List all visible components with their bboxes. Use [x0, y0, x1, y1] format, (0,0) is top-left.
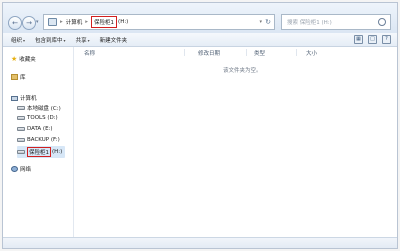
sidebar-item-drive-f[interactable]: BACKUP (F:) [17, 137, 60, 143]
details-pane [3, 237, 397, 248]
chevron-down-icon: ▾ [23, 37, 26, 43]
network-icon [11, 166, 18, 172]
column-header-date[interactable]: 修改日期 [198, 49, 220, 57]
star-icon: ★ [11, 55, 18, 63]
share-button[interactable]: 共享▾ [76, 36, 90, 44]
navigation-pane: ★ 收藏夹 库 计算机 本地磁盘 (C:) TOOLS (D:) DATA (E… [3, 47, 73, 248]
chevron-down-icon: ▾ [63, 37, 66, 43]
search-icon[interactable] [378, 18, 386, 26]
sidebar-item-libraries[interactable]: 库 [11, 73, 26, 81]
command-toolbar: 组织▾ 包含到库中▾ 共享▾ 新建文件夹 ▦ □ ? [3, 33, 397, 47]
column-headers: 名称 修改日期 类型 大小 [74, 47, 398, 57]
sidebar-item-drive-c[interactable]: 本地磁盘 (C:) [17, 104, 61, 112]
drive-icon [17, 116, 25, 120]
drive-icon [17, 127, 25, 131]
sidebar-item-drive-e[interactable]: DATA (E:) [17, 126, 53, 132]
breadcrumb-current-drive[interactable]: 保险柜1 [91, 16, 118, 28]
library-icon [11, 74, 18, 80]
sidebar-item-computer[interactable]: 计算机 [11, 94, 37, 102]
column-divider[interactable] [184, 49, 185, 56]
explorer-window: ← → ▾ ▸ 计算机 ▸ 保险柜1 (H:) ▾ ↻ 搜索 保险柜1 (H:)… [2, 2, 398, 249]
drive-icon [17, 150, 25, 154]
address-row: ← → ▾ ▸ 计算机 ▸ 保险柜1 (H:) ▾ ↻ 搜索 保险柜1 (H:) [3, 3, 397, 33]
breadcrumb-computer[interactable]: 计算机 [66, 18, 83, 26]
computer-icon [11, 95, 18, 101]
computer-icon [48, 18, 57, 26]
breadcrumb-drive-letter: (H:) [118, 19, 129, 25]
help-icon[interactable]: ? [382, 35, 391, 44]
new-folder-button[interactable]: 新建文件夹 [100, 36, 128, 44]
back-button[interactable]: ← [8, 16, 22, 30]
address-bar[interactable]: ▸ 计算机 ▸ 保险柜1 (H:) ▾ ↻ [43, 14, 275, 30]
refresh-icon[interactable]: ↻ [265, 18, 271, 26]
preview-pane-icon[interactable]: □ [368, 35, 377, 44]
column-header-size[interactable]: 大小 [306, 49, 317, 57]
empty-folder-message: 该文件夹为空。 [223, 68, 262, 74]
include-in-library-button[interactable]: 包含到库中▾ [35, 36, 66, 44]
view-options-icon[interactable]: ▦ [354, 35, 363, 44]
sidebar-item-drive-h[interactable]: 保险柜1 (H:) [17, 146, 66, 158]
column-header-name[interactable]: 名称 [84, 49, 95, 57]
selected-drive-label: 保险柜1 [27, 147, 51, 157]
sidebar-item-network[interactable]: 网络 [11, 165, 31, 173]
breadcrumb-separator-icon[interactable]: ▸ [60, 19, 63, 25]
sidebar-item-favorites[interactable]: ★ 收藏夹 [11, 55, 36, 63]
forward-button[interactable]: → [22, 16, 36, 30]
history-dropdown-icon[interactable]: ▾ [36, 19, 39, 25]
breadcrumb-separator-icon[interactable]: ▸ [85, 19, 88, 25]
search-placeholder: 搜索 保险柜1 (H:) [287, 20, 332, 26]
drive-icon [17, 106, 25, 110]
drive-icon [17, 138, 25, 142]
column-header-type[interactable]: 类型 [254, 49, 265, 57]
column-divider[interactable] [296, 49, 297, 56]
search-input[interactable]: 搜索 保险柜1 (H:) [281, 14, 391, 30]
pane-splitter[interactable] [73, 47, 74, 248]
organize-button[interactable]: 组织▾ [11, 36, 25, 44]
column-divider[interactable] [246, 49, 247, 56]
chevron-down-icon: ▾ [87, 37, 90, 43]
selected-drive-letter: (H:) [52, 149, 63, 155]
sidebar-item-drive-d[interactable]: TOOLS (D:) [17, 115, 58, 121]
address-dropdown-icon[interactable]: ▾ [259, 19, 262, 25]
